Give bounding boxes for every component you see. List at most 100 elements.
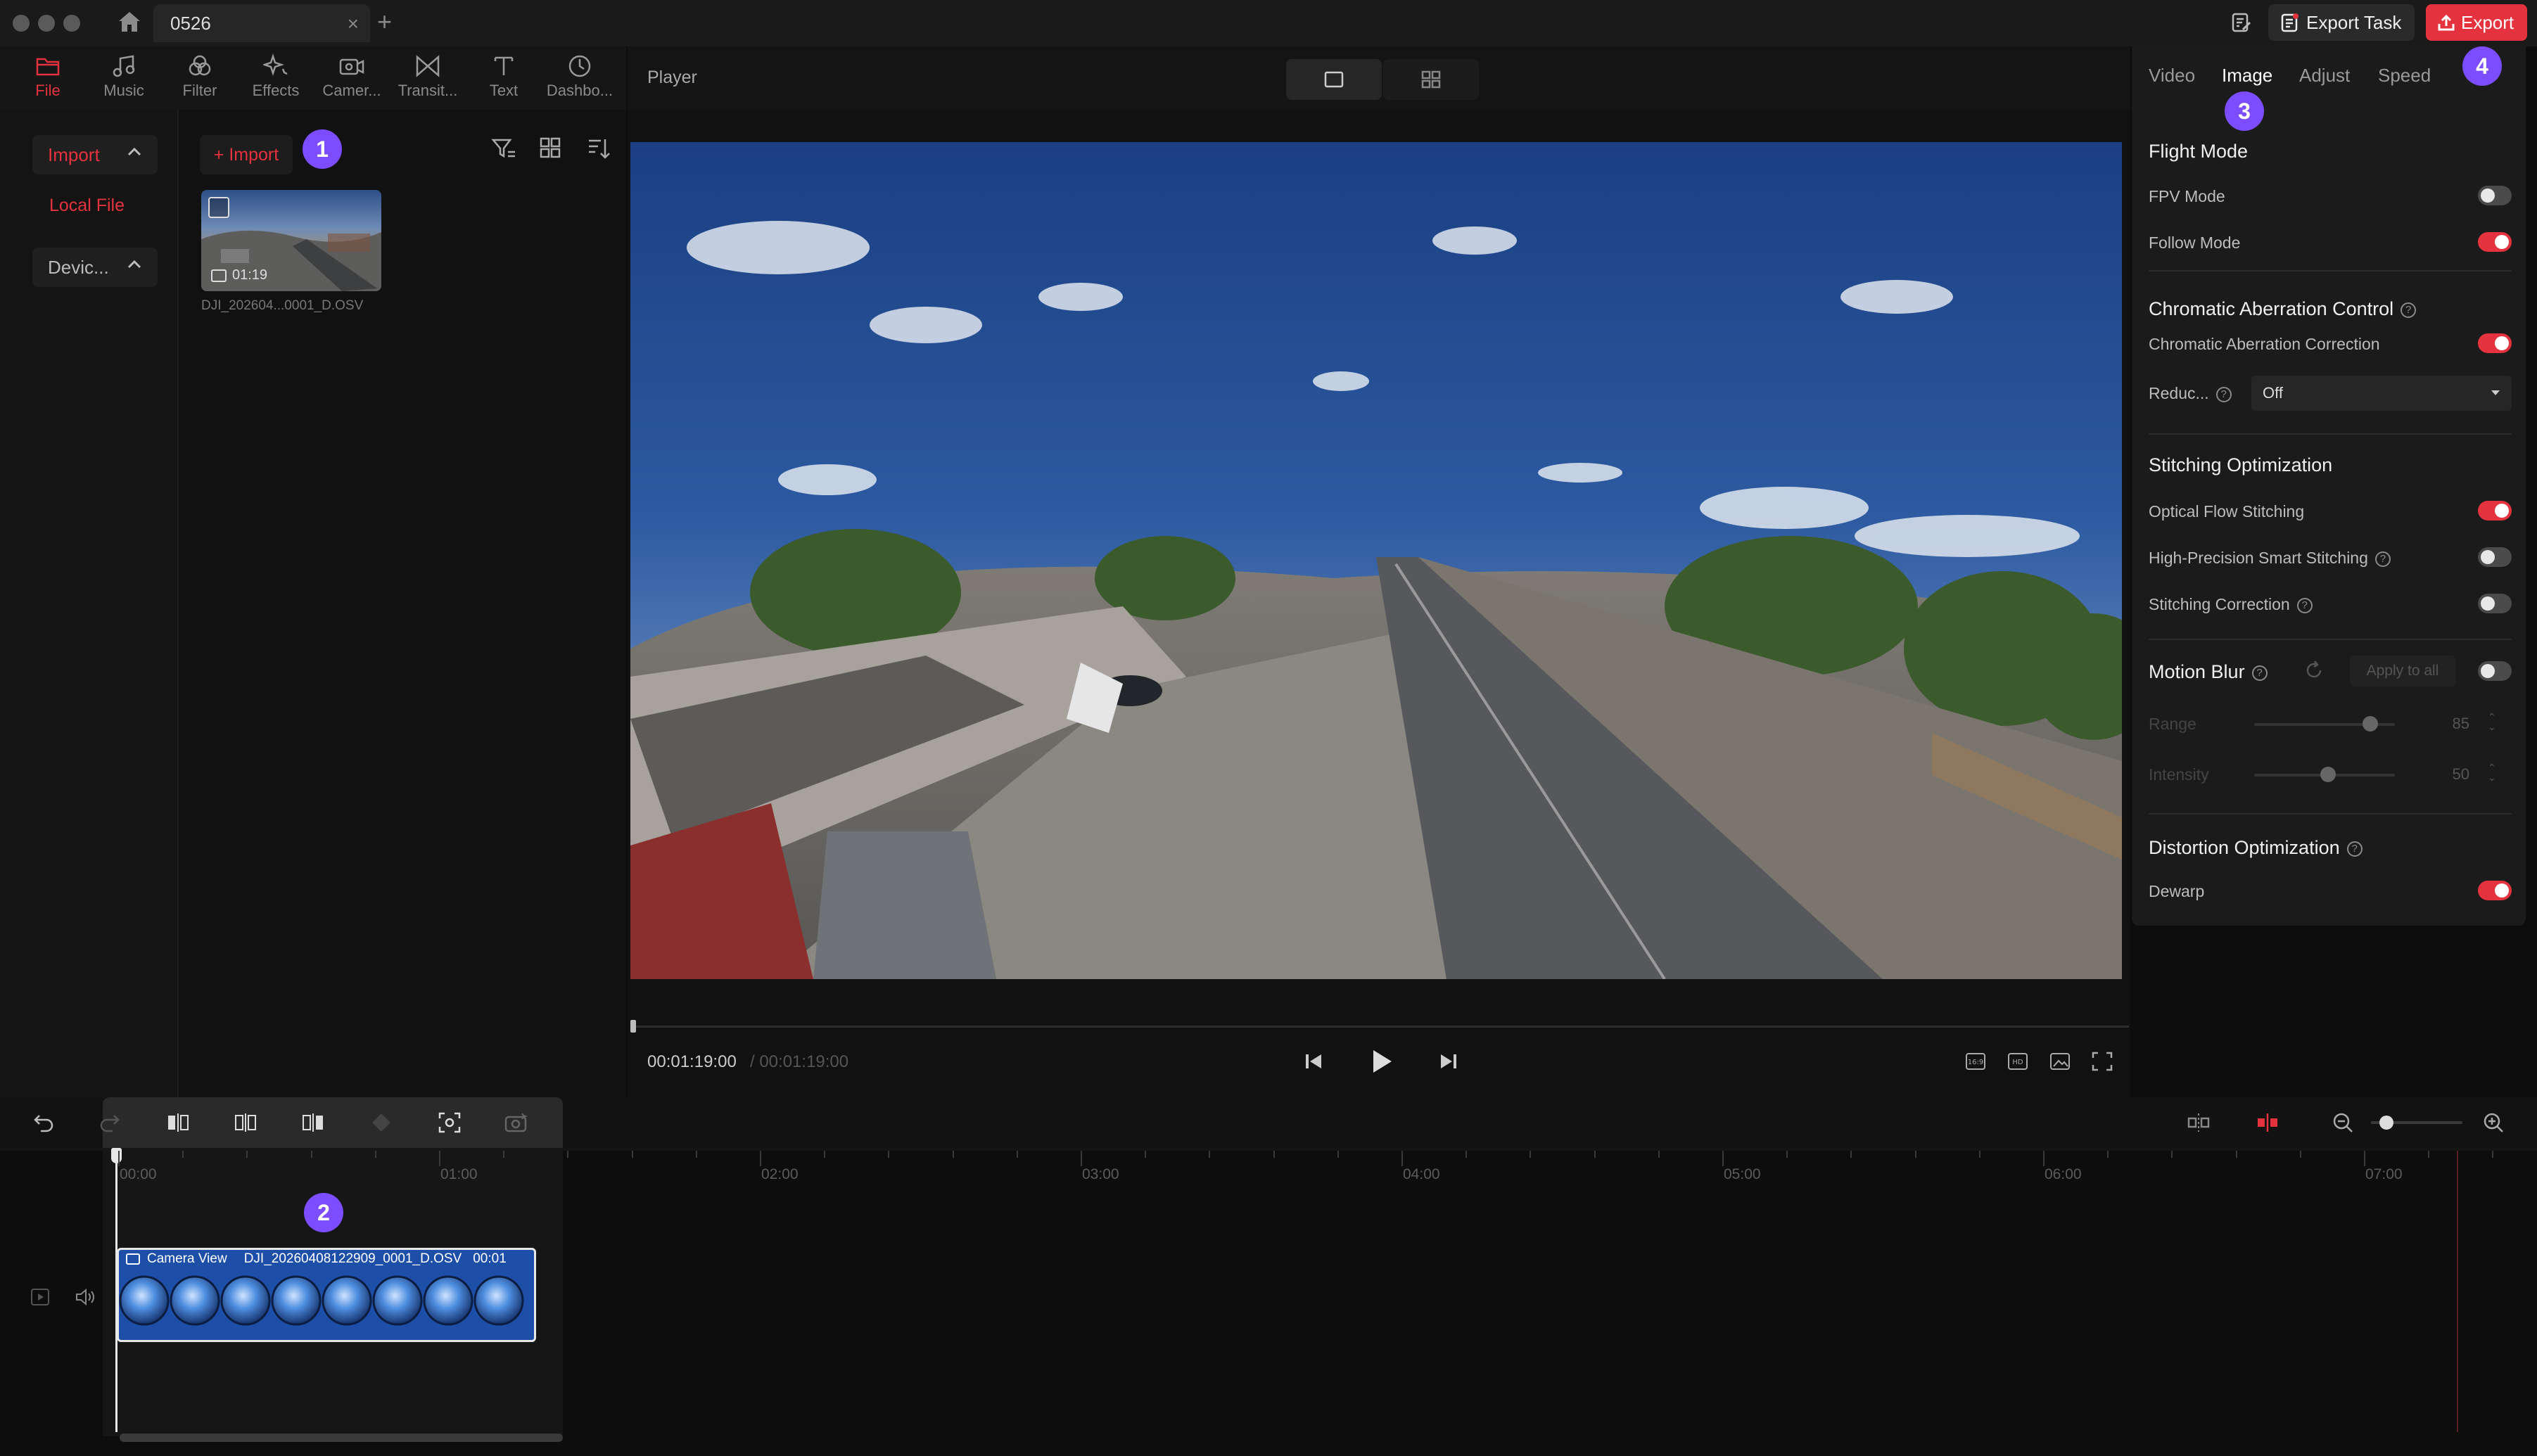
step-badge-4: 4 <box>2462 46 2502 86</box>
ripple-edit-icon[interactable] <box>2256 1111 2280 1134</box>
chromatic-correction-toggle[interactable] <box>2478 333 2512 353</box>
add-tab-icon[interactable]: + <box>377 7 392 37</box>
local-file-nav-item[interactable]: Local File <box>49 196 125 216</box>
player-scrubber-track[interactable] <box>630 1026 2129 1028</box>
clip-filename: DJI_202604...0001_D.OSV <box>201 298 364 313</box>
tool-effects[interactable]: Effects <box>241 51 311 107</box>
trim-end-icon[interactable] <box>301 1111 325 1134</box>
ruler-label: 00:00 <box>120 1166 157 1182</box>
tool-label: Filter <box>182 82 217 99</box>
timeline-scrollbar[interactable] <box>120 1433 563 1442</box>
import-nav-button[interactable]: Import <box>32 135 158 174</box>
ai-camera-icon[interactable] <box>504 1111 528 1134</box>
ruler-tick <box>1273 1151 1275 1158</box>
timeline: 2 Camera View DJI_20260408122909_0001_D.… <box>0 1148 2537 1456</box>
split-icon[interactable] <box>234 1111 257 1134</box>
project-tab[interactable]: 0526 × <box>153 4 370 42</box>
timeline-clip[interactable]: Camera View DJI_20260408122909_0001_D.OS… <box>117 1248 536 1342</box>
timeline-toolbar <box>0 1097 2537 1148</box>
ruler-label: 04:00 <box>1403 1166 1440 1182</box>
redo-icon[interactable] <box>98 1111 121 1134</box>
single-view-icon <box>1324 71 1344 88</box>
close-tab-icon[interactable]: × <box>348 13 359 35</box>
optical-flow-toggle[interactable] <box>2478 501 2512 521</box>
help-icon[interactable]: ? <box>2215 386 2232 402</box>
help-icon[interactable]: ? <box>2401 302 2417 318</box>
window-maximize-dot[interactable] <box>63 15 80 32</box>
snap-magnet-icon[interactable] <box>2187 1111 2211 1134</box>
apply-to-all-button[interactable]: Apply to all <box>2350 656 2455 687</box>
intensity-slider-handle[interactable] <box>2320 767 2336 782</box>
video-preview[interactable] <box>630 142 2122 979</box>
help-icon[interactable]: ? <box>2346 841 2363 857</box>
range-value[interactable]: 85 <box>2434 715 2469 733</box>
help-icon[interactable]: ? <box>2251 665 2268 681</box>
tool-music[interactable]: Music <box>89 51 159 107</box>
track-visibility-icon[interactable] <box>30 1287 51 1307</box>
tab-adjust[interactable]: Adjust <box>2299 65 2350 87</box>
range-stepper-icon[interactable]: ⌃ ⌄ <box>2488 712 2496 732</box>
device-nav-button[interactable]: Devic... <box>32 248 158 287</box>
high-precision-toggle[interactable] <box>2478 547 2512 567</box>
intensity-stepper-icon[interactable]: ⌃ ⌄ <box>2488 762 2496 782</box>
help-icon[interactable]: ? <box>2374 551 2391 567</box>
player-header: Player <box>628 46 2130 110</box>
aspect-ratio-icon[interactable]: 16:9 <box>1964 1051 1987 1072</box>
stitching-correction-label: Stitching Correction <box>2149 595 2290 613</box>
help-icon[interactable]: ? <box>2296 597 2313 613</box>
fpv-mode-toggle[interactable] <box>2478 186 2512 205</box>
zoom-in-icon[interactable] <box>2482 1111 2505 1134</box>
grid-view-icon[interactable] <box>539 136 561 159</box>
player-scrubber-handle[interactable] <box>630 1020 636 1033</box>
import-button[interactable]: + Import <box>200 135 293 174</box>
next-frame-icon[interactable] <box>1438 1051 1459 1072</box>
keyframe-icon[interactable] <box>370 1111 393 1134</box>
follow-mode-toggle[interactable] <box>2478 232 2512 252</box>
tool-dashbo[interactable]: Dashbo... <box>545 51 615 107</box>
export-button[interactable]: Export <box>2426 4 2527 41</box>
track-volume-icon[interactable] <box>75 1287 97 1307</box>
previous-frame-icon[interactable] <box>1303 1051 1324 1072</box>
transition-icon <box>415 51 440 82</box>
reset-icon[interactable] <box>2303 660 2325 681</box>
fullscreen-icon[interactable] <box>2091 1051 2113 1072</box>
trim-start-icon[interactable] <box>166 1111 190 1134</box>
tool-transit[interactable]: Transit... <box>393 51 463 107</box>
ruler-label: 07:00 <box>2365 1166 2403 1182</box>
playhead[interactable] <box>115 1151 117 1432</box>
tool-text[interactable]: Text <box>469 51 539 107</box>
reframe-icon[interactable] <box>438 1111 462 1134</box>
undo-icon[interactable] <box>32 1111 55 1134</box>
media-panel: + Import 1 01:19 DJI_202604...0001_D.OSV <box>177 110 626 1097</box>
tool-file[interactable]: File <box>13 51 83 107</box>
tool-filter[interactable]: Filter <box>165 51 235 107</box>
tab-video[interactable]: Video <box>2149 65 2195 87</box>
window-minimize-dot[interactable] <box>38 15 55 32</box>
snapshot-icon[interactable] <box>2049 1051 2071 1072</box>
intensity-value[interactable]: 50 <box>2434 765 2469 784</box>
window-close-dot[interactable] <box>13 15 30 32</box>
export-task-button[interactable]: Export Task <box>2268 4 2415 41</box>
stitching-correction-toggle[interactable] <box>2478 594 2512 613</box>
home-icon[interactable] <box>117 10 142 34</box>
single-view-button[interactable] <box>1286 59 1382 100</box>
notes-edit-icon[interactable] <box>2230 11 2253 34</box>
high-precision-label: High-Precision Smart Stitching <box>2149 549 2368 567</box>
clip-filmstrip <box>119 1272 534 1329</box>
dewarp-toggle[interactable] <box>2478 881 2512 900</box>
tab-image[interactable]: Image <box>2222 65 2272 87</box>
media-thumbnail[interactable]: 01:19 <box>201 190 381 291</box>
play-icon[interactable] <box>1369 1048 1394 1075</box>
motion-blur-toggle[interactable] <box>2478 661 2512 681</box>
reduce-select[interactable]: Off <box>2251 376 2512 411</box>
zoom-out-icon[interactable] <box>2332 1111 2354 1134</box>
tab-speed[interactable]: Speed <box>2378 65 2431 87</box>
grid-view-button[interactable] <box>1383 59 1479 100</box>
range-slider-handle[interactable] <box>2363 716 2378 732</box>
hd-quality-icon[interactable]: HD <box>2007 1051 2029 1072</box>
filter-icon[interactable] <box>491 136 516 160</box>
sort-icon[interactable] <box>587 136 611 160</box>
zoom-slider-handle[interactable] <box>2379 1116 2393 1130</box>
tool-camer[interactable]: Camer... <box>317 51 387 107</box>
playhead-handle[interactable] <box>111 1148 122 1163</box>
